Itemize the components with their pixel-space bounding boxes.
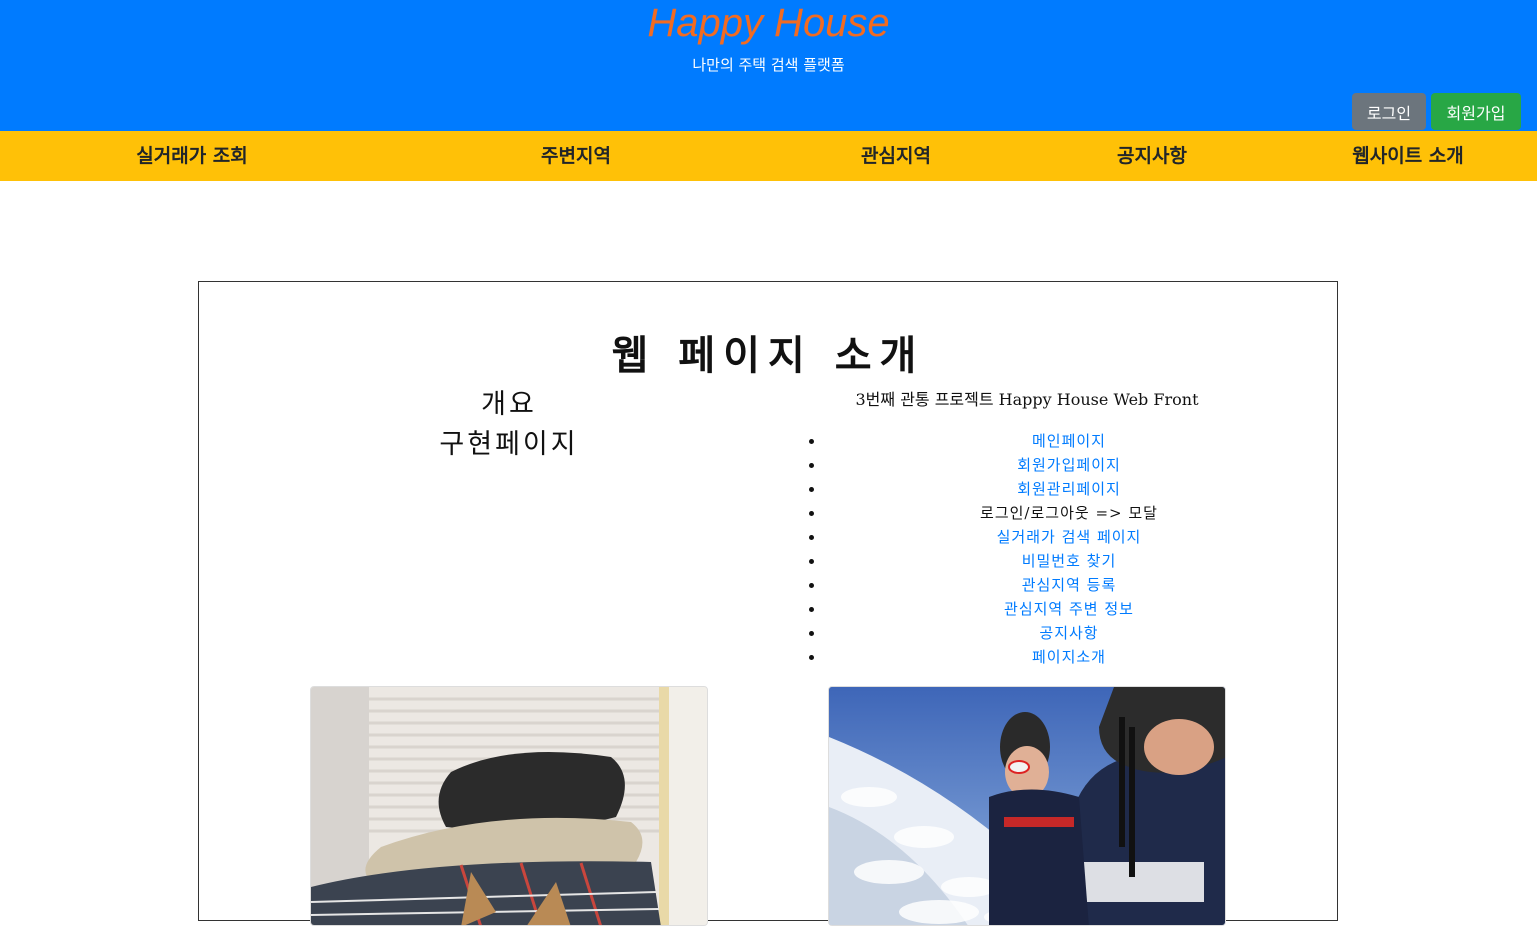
list-item: 회원가입페이지 [809,453,1279,477]
list-item: 관심지역 등록 [809,573,1279,597]
page-link-notice[interactable]: 공지사항 [1039,624,1098,642]
list-item: 페이지소개 [809,645,1279,669]
photo-skydiving [828,686,1226,926]
section-labels: 개요 구현페이지 [309,385,709,465]
list-item: 로그인/로그아웃 => 모달 [809,501,1279,525]
list-item: 실거래가 검색 페이지 [809,525,1279,549]
nav-item-about[interactable]: 웹사이트 소개 [1308,131,1508,181]
list-item: 비밀번호 찾기 [809,549,1279,573]
nav-item-nearby[interactable]: 주변지역 [476,131,676,181]
site-subtitle: 나만의 주택 검색 플랫폼 [692,56,845,74]
page-heading: 웹 페이지 소개 [611,332,925,379]
page-link-price-search[interactable]: 실거래가 검색 페이지 [997,528,1142,546]
main-nav: 실거래가 조회 주변지역 관심지역 공지사항 웹사이트 소개 [0,131,1537,181]
implemented-pages-label: 구현페이지 [439,429,579,460]
site-header: Happy House 나만의 주택 검색 플랫폼 로그인 회원가입 [0,0,1537,131]
photo-pillows [310,686,708,926]
intro-panel: 웹 페이지 소개 개요 구현페이지 3번째 관통 프로젝트 Happy Hous… [198,281,1338,926]
page-link-interest-register[interactable]: 관심지역 등록 [1022,576,1117,594]
page-link-main[interactable]: 메인페이지 [1032,432,1106,450]
implemented-page-list: 메인페이지 회원가입페이지 회원관리페이지 로그인/로그아웃 => 모달 실거래… [809,429,1279,669]
list-item: 메인페이지 [809,429,1279,453]
page-link-member-admin[interactable]: 회원관리페이지 [1017,480,1121,498]
page-link-interest-info[interactable]: 관심지역 주변 정보 [1004,600,1134,618]
nav-item-interest-area[interactable]: 관심지역 [796,131,996,181]
page-link-signup[interactable]: 회원가입페이지 [1017,456,1121,474]
signup-button[interactable]: 회원가입 [1431,93,1521,130]
list-item: 회원관리페이지 [809,477,1279,501]
list-item: 공지사항 [809,621,1279,645]
overview-label: 개요 [481,389,537,420]
project-title: 3번째 관통 프로젝트 Happy House Web Front [855,390,1199,409]
list-item: 관심지역 주변 정보 [809,597,1279,621]
page-link-intro[interactable]: 페이지소개 [1032,648,1106,666]
auth-buttons: 로그인 회원가입 [1352,93,1521,130]
nav-item-real-price[interactable]: 실거래가 조회 [92,131,292,181]
page-text-login-modal: 로그인/로그아웃 => 모달 [980,504,1158,522]
site-title[interactable]: Happy House [0,0,1537,46]
nav-item-notice[interactable]: 공지사항 [1052,131,1252,181]
page-link-find-password[interactable]: 비밀번호 찾기 [1022,552,1117,570]
login-button[interactable]: 로그인 [1352,93,1426,130]
